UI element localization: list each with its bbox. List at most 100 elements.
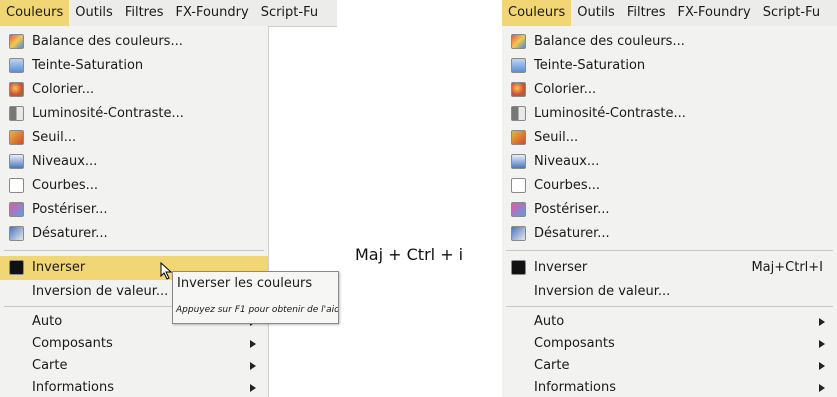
- menu-script-fu[interactable]: Script-Fu: [757, 0, 826, 26]
- menu-separator: [4, 250, 264, 251]
- menu-item-label: Composants: [534, 336, 615, 351]
- menu-item-label: Colorier...: [534, 82, 597, 97]
- submenu-arrow-icon: [819, 384, 825, 392]
- submenu-arrow-icon: [819, 340, 825, 348]
- tooltip-hint: Appuyez sur F1 pour obtenir de l'aide: [176, 305, 339, 315]
- menu-item-desaturer[interactable]: Désaturer...: [502, 222, 837, 246]
- menu-item-label: Teinte-Saturation: [32, 58, 144, 73]
- menu-item-teinte-saturation[interactable]: Teinte-Saturation: [0, 54, 268, 78]
- shortcut-label: Maj+Ctrl+I: [751, 260, 823, 275]
- menu-item-label: Désaturer...: [534, 226, 610, 241]
- left-menubar: Couleurs Outils Filtres FX-Foundry Script-Fu: [0, 0, 337, 27]
- tooltip-title: Inverser les couleurs: [177, 276, 313, 291]
- menu-item-composants[interactable]: Composants: [502, 332, 837, 356]
- curves-icon: [9, 178, 24, 193]
- submenu-arrow-icon: [250, 384, 256, 392]
- menu-script-fu[interactable]: Script-Fu: [255, 0, 324, 26]
- menu-item-label: Colorier...: [32, 82, 95, 97]
- menu-item-balance-des-couleurs[interactable]: Balance des couleurs...: [0, 30, 268, 54]
- menu-item-posteriser[interactable]: Postériser...: [502, 198, 837, 222]
- color-balance-icon: [511, 34, 526, 49]
- menu-item-luminosite-contraste[interactable]: Luminosité-Contraste...: [0, 102, 268, 126]
- threshold-icon: [9, 130, 24, 145]
- color-balance-icon: [9, 34, 24, 49]
- menu-filtres[interactable]: Filtres: [621, 0, 672, 26]
- menu-item-colorier[interactable]: Colorier...: [0, 78, 268, 102]
- right-couleurs-dropdown: Balance des couleurs... Teinte-Saturatio…: [502, 26, 837, 397]
- left-couleurs-dropdown: Balance des couleurs... Teinte-Saturatio…: [0, 26, 269, 397]
- menu-item-posteriser[interactable]: Postériser...: [0, 198, 268, 222]
- menu-item-colorier[interactable]: Colorier...: [502, 78, 837, 102]
- menu-item-label: Carte: [32, 358, 68, 373]
- menu-item-carte[interactable]: Carte: [502, 354, 837, 378]
- hue-saturation-icon: [9, 58, 24, 73]
- posterize-icon: [9, 202, 24, 217]
- menu-item-label: Balance des couleurs...: [534, 34, 685, 49]
- menu-item-label: Auto: [534, 314, 565, 329]
- menu-item-label: Luminosité-Contraste...: [32, 106, 184, 121]
- menu-item-label: Courbes...: [534, 178, 601, 193]
- menu-item-label: Inverser: [534, 260, 588, 275]
- desaturate-icon: [9, 226, 24, 241]
- menu-item-label: Désaturer...: [32, 226, 108, 241]
- right-menubar: Couleurs Outils Filtres FX-Foundry Script-Fu: [502, 0, 837, 27]
- menu-item-label: Composants: [32, 336, 113, 351]
- menu-item-courbes[interactable]: Courbes...: [502, 174, 837, 198]
- menu-item-inversion-de-valeur[interactable]: Inversion de valeur...: [502, 280, 837, 304]
- menu-outils[interactable]: Outils: [69, 0, 119, 26]
- submenu-arrow-icon: [250, 340, 256, 348]
- submenu-arrow-icon: [819, 362, 825, 370]
- menu-item-label: Postériser...: [32, 202, 108, 217]
- menu-fx-foundry[interactable]: FX-Foundry: [672, 0, 757, 26]
- menu-item-label: Seuil...: [32, 130, 77, 145]
- menu-item-label: Inversion de valeur...: [534, 284, 671, 299]
- menu-item-niveaux[interactable]: Niveaux...: [502, 150, 837, 174]
- desaturate-icon: [511, 226, 526, 241]
- menu-item-seuil[interactable]: Seuil...: [502, 126, 837, 150]
- menu-item-label: Informations: [534, 380, 617, 395]
- menu-item-label: Luminosité-Contraste...: [534, 106, 686, 121]
- posterize-icon: [511, 202, 526, 217]
- menu-item-informations[interactable]: Informations: [0, 376, 268, 397]
- menu-item-informations[interactable]: Informations: [502, 376, 837, 397]
- menu-item-label: Carte: [534, 358, 570, 373]
- menu-fx-foundry[interactable]: FX-Foundry: [170, 0, 255, 26]
- brightness-contrast-icon: [511, 106, 526, 121]
- colorize-icon: [9, 82, 24, 97]
- menu-item-label: Inverser: [32, 260, 86, 275]
- menu-item-inverser[interactable]: Inverser Maj+Ctrl+I: [502, 256, 837, 280]
- menu-item-niveaux[interactable]: Niveaux...: [0, 150, 268, 174]
- menu-item-desaturer[interactable]: Désaturer...: [0, 222, 268, 246]
- levels-icon: [511, 154, 526, 169]
- menu-item-label: Seuil...: [534, 130, 579, 145]
- invert-icon: [9, 260, 24, 275]
- submenu-arrow-icon: [819, 318, 825, 326]
- menu-item-label: Auto: [32, 314, 63, 329]
- menu-item-luminosite-contraste[interactable]: Luminosité-Contraste...: [502, 102, 837, 126]
- menu-outils[interactable]: Outils: [571, 0, 621, 26]
- menu-item-seuil[interactable]: Seuil...: [0, 126, 268, 150]
- menu-couleurs[interactable]: Couleurs: [0, 0, 70, 26]
- menu-item-teinte-saturation[interactable]: Teinte-Saturation: [502, 54, 837, 78]
- brightness-contrast-icon: [9, 106, 24, 121]
- menu-item-carte[interactable]: Carte: [0, 354, 268, 378]
- curves-icon: [511, 178, 526, 193]
- menu-item-label: Courbes...: [32, 178, 99, 193]
- hue-saturation-icon: [511, 58, 526, 73]
- menu-filtres[interactable]: Filtres: [119, 0, 170, 26]
- invert-icon: [511, 260, 526, 275]
- levels-icon: [9, 154, 24, 169]
- menu-item-label: Inversion de valeur...: [32, 284, 169, 299]
- menu-item-auto[interactable]: Auto: [502, 310, 837, 334]
- menu-item-balance-des-couleurs[interactable]: Balance des couleurs...: [502, 30, 837, 54]
- menu-item-label: Teinte-Saturation: [534, 58, 646, 73]
- menu-item-label: Niveaux...: [534, 154, 600, 169]
- menu-item-composants[interactable]: Composants: [0, 332, 268, 356]
- inverser-tooltip: Inverser les couleurs Appuyez sur F1 pou…: [172, 271, 339, 324]
- menu-couleurs[interactable]: Couleurs: [502, 0, 572, 26]
- menu-item-label: Informations: [32, 380, 115, 395]
- submenu-arrow-icon: [250, 362, 256, 370]
- threshold-icon: [511, 130, 526, 145]
- menu-item-courbes[interactable]: Courbes...: [0, 174, 268, 198]
- menu-item-label: Niveaux...: [32, 154, 98, 169]
